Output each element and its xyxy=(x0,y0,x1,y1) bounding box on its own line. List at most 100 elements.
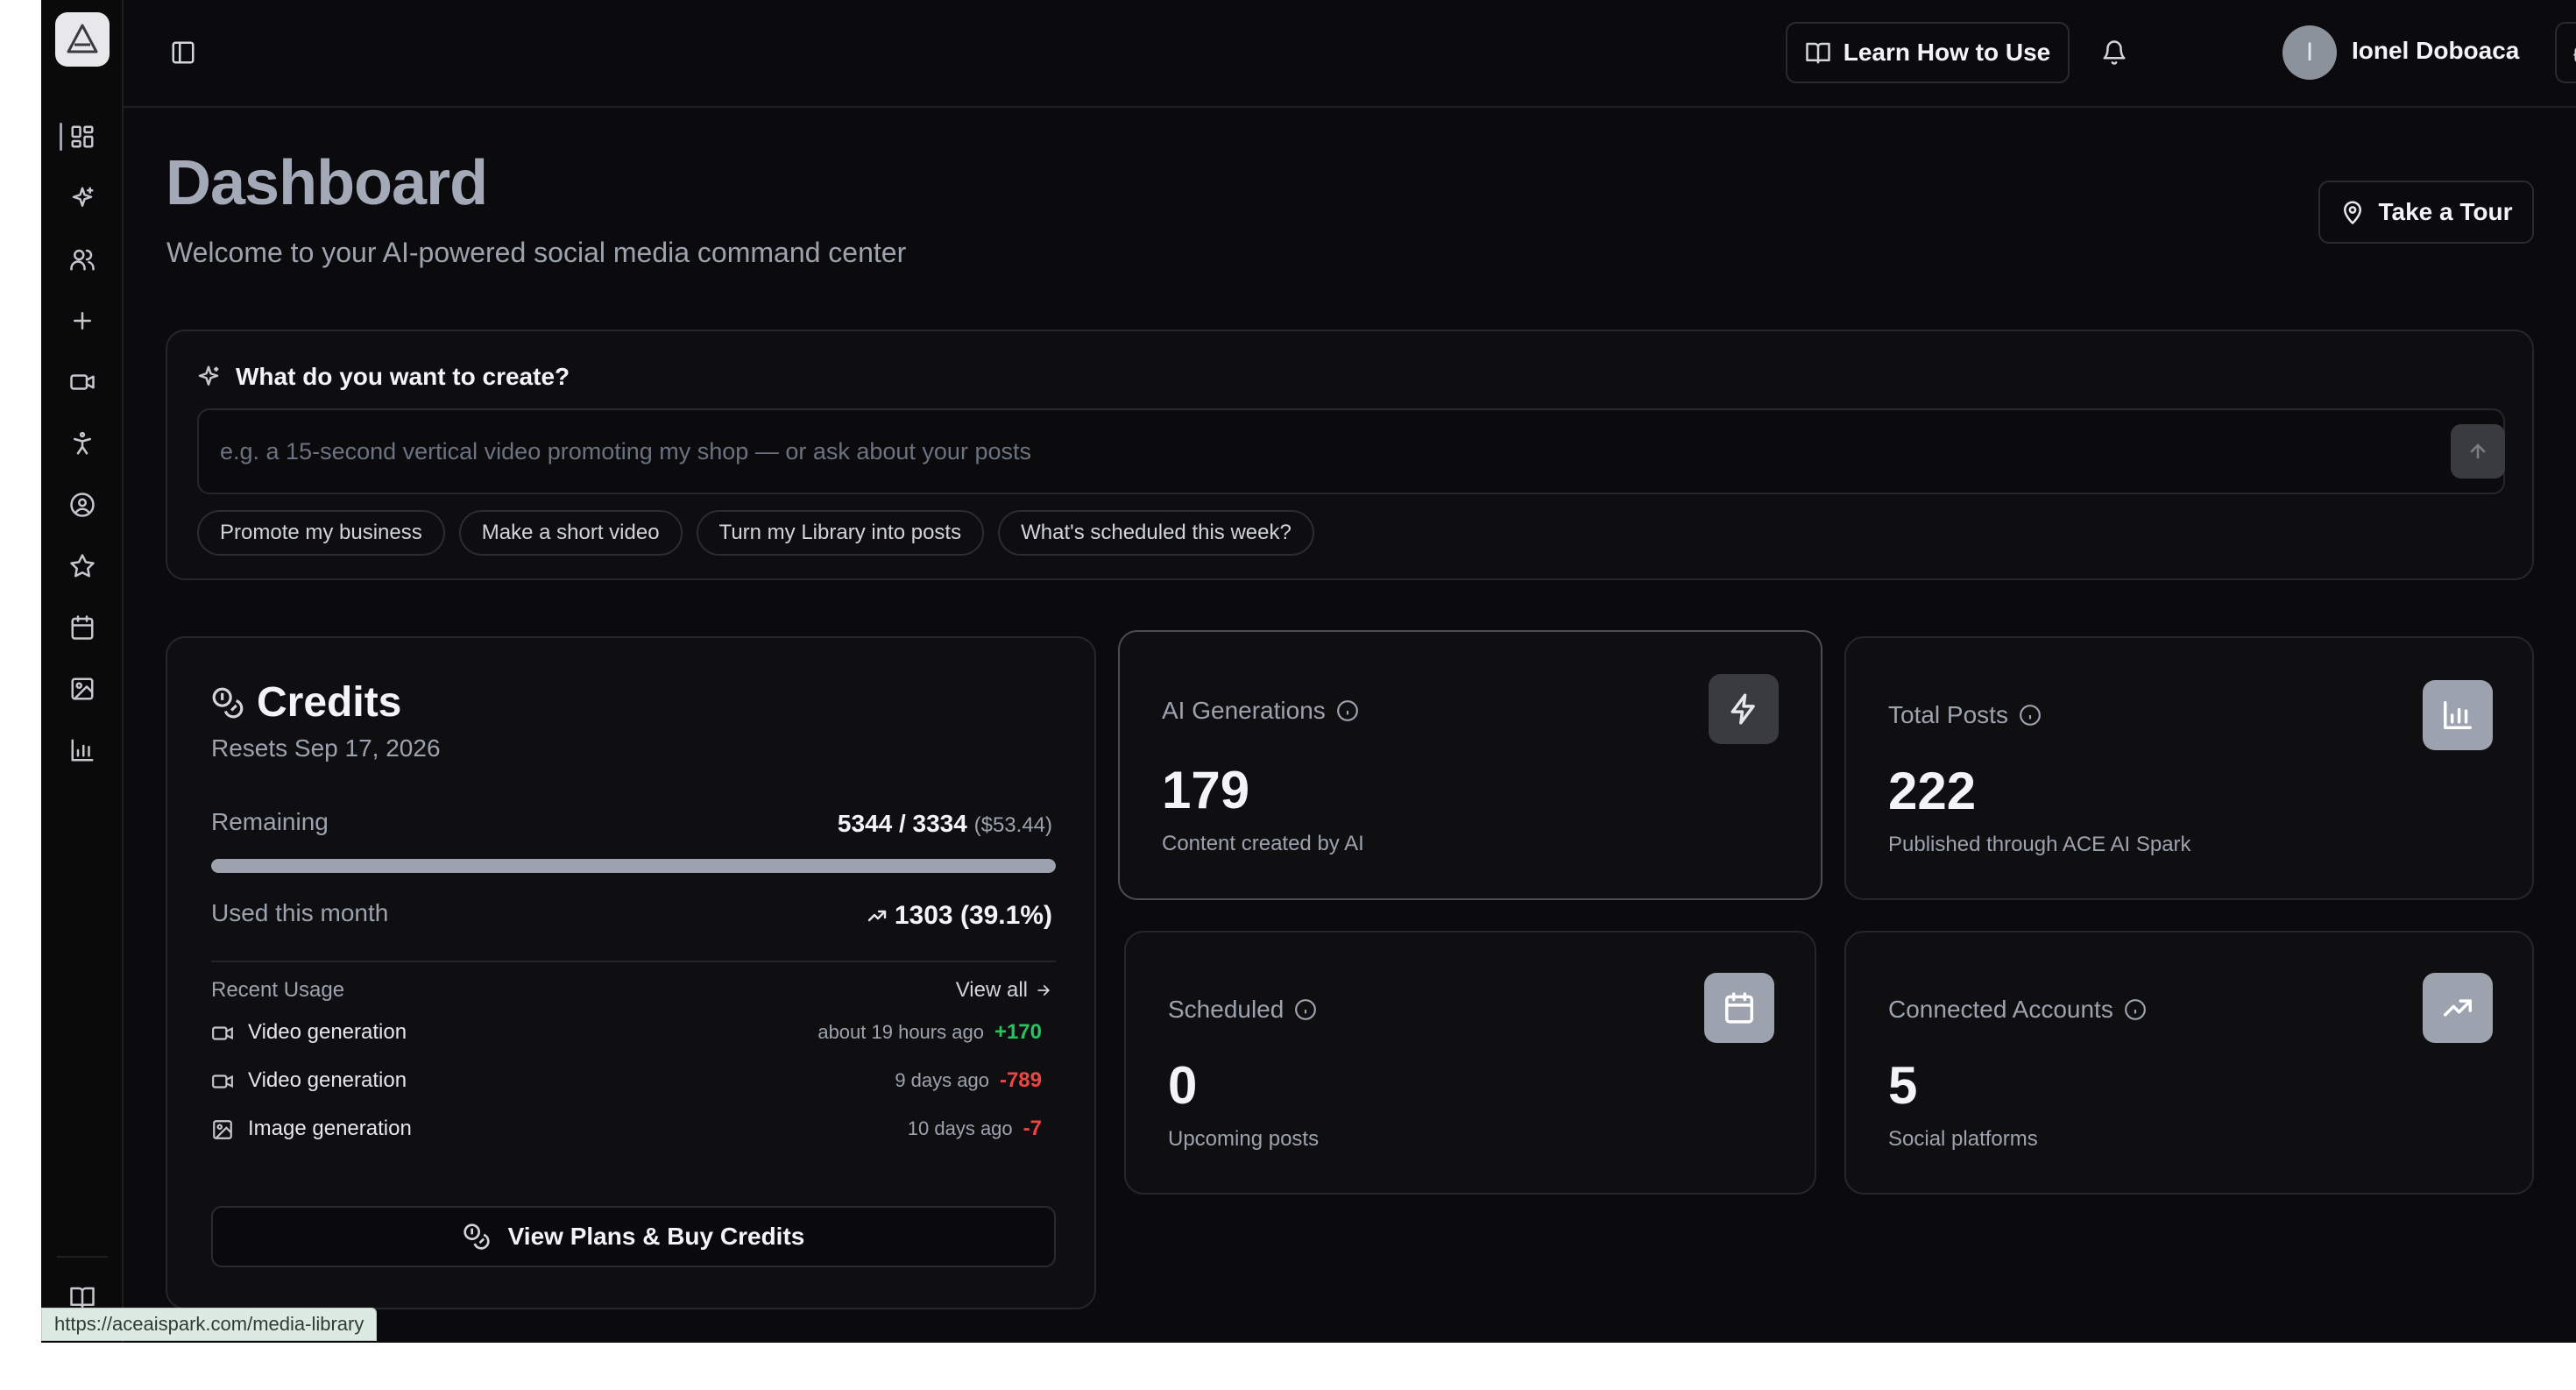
assistant-button[interactable] xyxy=(2555,22,2576,83)
view-all-link[interactable]: View all xyxy=(956,978,1052,1003)
list-item: Image generation 10 days ago -7 xyxy=(211,1111,1056,1146)
view-plans-label: View Plans & Buy Credits xyxy=(507,1223,805,1250)
info-icon xyxy=(2124,999,2146,1020)
credits-card: Credits Resets Sep 17, 2026 Remaining 53… xyxy=(166,636,1096,1309)
sidebar-item-create-ai[interactable] xyxy=(56,177,109,219)
stat-value: 222 xyxy=(1888,762,1977,820)
usage-meta: about 19 hours ago +170 xyxy=(817,1020,1042,1045)
sidebar-toggle-button[interactable] xyxy=(166,35,201,70)
avatar[interactable]: I xyxy=(2282,25,2337,80)
view-plans-button[interactable]: View Plans & Buy Credits xyxy=(211,1206,1056,1267)
sidebar-item-profile[interactable] xyxy=(56,484,109,526)
usage-time: 10 days ago xyxy=(907,1117,1013,1139)
used-amount: 1303 (39.1%) xyxy=(894,901,1052,930)
usage-time: 9 days ago xyxy=(895,1069,989,1091)
stat-card-scheduled[interactable]: Scheduled 0 Upcoming posts xyxy=(1124,931,1816,1195)
stat-value: 5 xyxy=(1888,1056,1918,1115)
panel-left-icon xyxy=(172,41,195,64)
sidebar-item-team[interactable] xyxy=(56,238,109,280)
sidebar xyxy=(41,0,124,1343)
suggestion-chip[interactable]: Promote my business xyxy=(197,510,445,556)
usage-amount: +170 xyxy=(994,1020,1042,1044)
sidebar-item-analytics[interactable] xyxy=(56,729,109,771)
stat-subtitle: Social platforms xyxy=(1888,1127,2038,1151)
suggestion-chip[interactable]: Make a short video xyxy=(458,510,683,556)
sidebar-item-calendar[interactable] xyxy=(56,606,109,649)
app-logo[interactable] xyxy=(55,12,110,67)
sidebar-item-media-library[interactable] xyxy=(56,668,109,710)
sidebar-item-avatars[interactable] xyxy=(56,422,109,465)
stat-subtitle: Upcoming posts xyxy=(1168,1127,1320,1151)
credits-title-text: Credits xyxy=(257,679,402,726)
page-title: Dashboard xyxy=(166,148,488,218)
remaining-credits: 5344 / 3334 xyxy=(837,810,967,837)
usage-name: Video generation xyxy=(248,1020,407,1044)
sidebar-item-dashboard[interactable] xyxy=(56,116,109,158)
calendar-icon xyxy=(1725,992,1753,1024)
stat-value: 179 xyxy=(1162,761,1250,819)
arrow-up-icon xyxy=(2470,443,2486,459)
stat-card-ai-generations[interactable]: AI Generations 179 Content created by AI xyxy=(1118,630,1822,900)
stat-value: 0 xyxy=(1168,1056,1198,1115)
usage-name: Image generation xyxy=(248,1117,412,1140)
calendar-icon xyxy=(71,615,94,640)
take-a-tour-button[interactable]: Take a Tour xyxy=(2318,181,2534,244)
stat-icon-tile xyxy=(2423,973,2493,1043)
credits-progress-bar xyxy=(211,859,1056,873)
top-bar: Learn How to Use I Ionel Doboaca xyxy=(124,0,2576,108)
sidebar-item-videos[interactable] xyxy=(56,361,109,403)
stat-label-text: Total Posts xyxy=(1888,701,2008,728)
bar-chart-icon xyxy=(71,739,94,762)
dashboard-icon xyxy=(71,125,94,148)
recent-usage-label: Recent Usage xyxy=(211,978,345,1002)
remaining-label: Remaining xyxy=(211,808,329,835)
arrow-right-icon xyxy=(1037,985,1050,996)
suggestion-chip[interactable]: What's scheduled this week? xyxy=(998,510,1314,556)
sidebar-divider xyxy=(57,1256,108,1258)
create-heading-text: What do you want to create? xyxy=(236,363,570,390)
list-item: Video generation 9 days ago -789 xyxy=(211,1063,1056,1098)
info-icon xyxy=(2020,705,2041,726)
bar-chart-icon xyxy=(2444,701,2472,729)
accessibility-icon xyxy=(74,431,91,455)
book-open-icon xyxy=(70,1287,95,1308)
lightning-icon xyxy=(1730,693,1755,725)
status-bar-url: https://aceaispark.com/media-library xyxy=(41,1308,378,1341)
trending-up-icon xyxy=(2444,999,2472,1017)
stat-card-total-posts[interactable]: Total Posts 222 Published through ACE AI… xyxy=(1844,636,2534,900)
video-icon xyxy=(70,374,95,390)
stat-label-text: AI Generations xyxy=(1162,697,1326,724)
tour-button-label: Take a Tour xyxy=(2378,198,2513,225)
stat-label: Total Posts xyxy=(1888,701,2042,729)
usage-amount: -789 xyxy=(999,1068,1042,1092)
remaining-value: 5344 / 3334 ($53.44) xyxy=(838,810,1052,838)
notifications-button[interactable] xyxy=(2097,35,2132,70)
usage-meta: 9 days ago -789 xyxy=(895,1068,1042,1093)
user-name[interactable]: Ionel Doboaca xyxy=(2352,37,2519,65)
stat-icon-tile xyxy=(2423,680,2493,750)
usage-name: Video generation xyxy=(248,1068,407,1092)
app-window: Learn How to Use I Ionel Doboaca Dashboa… xyxy=(41,0,2576,1343)
image-icon xyxy=(71,677,94,700)
stat-icon-tile xyxy=(1704,973,1774,1043)
send-button[interactable] xyxy=(2451,424,2505,479)
prompt-input[interactable] xyxy=(199,410,2407,493)
video-icon xyxy=(211,1022,234,1045)
stat-label: Connected Accounts xyxy=(1888,996,2147,1024)
remaining-dollars: ($53.44) xyxy=(973,813,1052,837)
map-pin-icon xyxy=(2344,201,2362,225)
suggestion-chip[interactable]: Turn my Library into posts xyxy=(696,510,985,556)
coins-icon xyxy=(212,687,244,718)
page-subtitle: Welcome to your AI-powered social media … xyxy=(166,237,907,268)
usage-time: about 19 hours ago xyxy=(817,1021,984,1043)
prompt-input-box xyxy=(197,408,2505,494)
usage-amount: -7 xyxy=(1023,1117,1042,1140)
sidebar-item-favorites[interactable] xyxy=(56,545,109,587)
stat-card-connected-accounts[interactable]: Connected Accounts 5 Social platforms xyxy=(1844,931,2534,1195)
stat-label-text: Scheduled xyxy=(1168,996,1284,1023)
learn-how-to-use-button[interactable]: Learn How to Use xyxy=(1786,22,2070,83)
star-icon xyxy=(70,554,95,578)
view-all-label: View all xyxy=(955,978,1028,1002)
sidebar-item-new[interactable] xyxy=(56,300,109,342)
credits-reset-date: Resets Sep 17, 2026 xyxy=(211,734,441,762)
